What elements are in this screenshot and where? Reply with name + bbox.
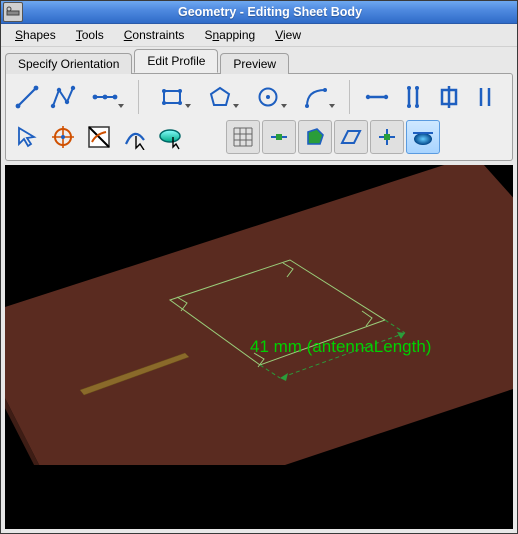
line-tool[interactable] [10, 80, 44, 114]
grid-snap[interactable] [226, 120, 260, 154]
tab-specify-orientation[interactable]: Specify Orientation [5, 53, 132, 74]
titlebar: Geometry - Editing Sheet Body [1, 1, 517, 24]
toolbar [5, 73, 513, 161]
tangent-snap[interactable] [406, 120, 440, 154]
chevron-down-icon [118, 104, 124, 108]
intersection-snap[interactable] [370, 120, 404, 154]
multipoint-tool[interactable] [82, 80, 128, 114]
chevron-down-icon [185, 104, 191, 108]
separator [349, 80, 350, 114]
polygon-snap[interactable] [298, 120, 332, 154]
polyline-tool[interactable] [46, 80, 80, 114]
target-tool[interactable] [46, 120, 80, 154]
chevron-down-icon [233, 104, 239, 108]
dimension-label[interactable]: 41 mm (antennaLength) [250, 337, 431, 357]
viewport[interactable]: 41 mm (antennaLength) [5, 165, 513, 529]
vertical-constraint[interactable] [396, 80, 430, 114]
ellipse-tool[interactable] [245, 80, 291, 114]
fillet-tool[interactable] [293, 80, 339, 114]
app-icon [3, 2, 23, 22]
separator [138, 80, 139, 114]
tab-edit-profile[interactable]: Edit Profile [134, 49, 218, 73]
mask-brush-tool[interactable] [82, 120, 116, 154]
curve-select-tool[interactable] [118, 120, 152, 154]
rectangle-tool[interactable] [149, 80, 195, 114]
coincident-constraint[interactable] [432, 80, 466, 114]
chevron-down-icon [329, 104, 335, 108]
parallel-snap[interactable] [334, 120, 368, 154]
window-title: Geometry - Editing Sheet Body [23, 5, 517, 19]
menu-constraints[interactable]: Constraints [116, 26, 193, 44]
menubar: Shapes Tools Constraints Snapping View [1, 24, 517, 47]
endpoint-constraint[interactable] [468, 80, 502, 114]
horizontal-constraint[interactable] [360, 80, 394, 114]
menu-tools[interactable]: Tools [68, 26, 112, 44]
loop-select-tool[interactable] [154, 120, 188, 154]
tab-preview[interactable]: Preview [220, 53, 289, 74]
chevron-down-icon [281, 104, 287, 108]
snap-group [226, 120, 440, 154]
menu-view[interactable]: View [267, 26, 309, 44]
menu-shapes[interactable]: Shapes [7, 26, 64, 44]
menu-shapes-rest: hapes [23, 28, 56, 42]
toolbar-row-2 [10, 120, 508, 154]
select-tool[interactable] [10, 120, 44, 154]
tabstrip: Specify Orientation Edit Profile Preview [1, 49, 517, 73]
midpoint-snap[interactable] [262, 120, 296, 154]
polygon-tool[interactable] [197, 80, 243, 114]
menu-snapping[interactable]: Snapping [196, 26, 263, 44]
toolbar-row-1 [10, 80, 508, 114]
